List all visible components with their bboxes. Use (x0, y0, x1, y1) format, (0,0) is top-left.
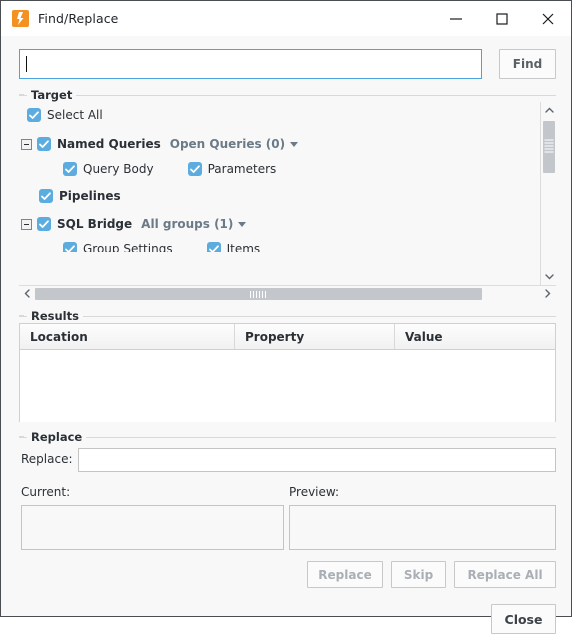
target-group-title: Target (27, 88, 77, 102)
tree-row-sql-bridge[interactable]: SQL Bridge All groups (1) (21, 214, 247, 234)
search-input[interactable] (19, 49, 482, 79)
target-tree[interactable]: Select All Named Queries Open Queries (0… (19, 102, 540, 285)
target-tree-wrapper: Select All Named Queries Open Queries (0… (19, 102, 556, 301)
title-bar: Find/Replace (1, 1, 571, 36)
tree-label-sql-bridge: SQL Bridge (57, 217, 133, 231)
skip-button[interactable]: Skip (391, 561, 446, 588)
replace-button[interactable]: Replace (307, 561, 383, 588)
tree-row-query-body[interactable]: Query Body Parameters (63, 159, 276, 179)
results-table-header: Location Property Value (20, 324, 555, 350)
group-tick (19, 436, 24, 437)
window-title: Find/Replace (38, 11, 119, 26)
group-tick (19, 94, 24, 95)
preview-label: Preview: (289, 485, 340, 499)
minimize-icon[interactable] (433, 1, 479, 36)
maximize-icon[interactable] (479, 1, 525, 36)
scroll-grip-icon (544, 139, 554, 155)
results-group-title: Results (27, 309, 83, 323)
tree-vertical-scroll-thumb[interactable] (543, 121, 555, 173)
tree-clip-mask (19, 252, 540, 260)
scroll-grip-icon (249, 287, 268, 301)
results-table[interactable]: Location Property Value (19, 323, 556, 422)
checkbox-select-all[interactable] (27, 108, 41, 122)
tree-label-named-queries: Named Queries (57, 137, 161, 151)
text-caret (26, 56, 27, 72)
preview-value-box (289, 505, 556, 550)
column-header-location[interactable]: Location (20, 324, 235, 349)
tree-label-pipelines: Pipelines (59, 189, 121, 203)
target-group: Target Select All Named Queries Open Que… (19, 88, 556, 301)
find-button[interactable]: Find (499, 49, 556, 79)
checkbox-query-body[interactable] (63, 162, 77, 176)
replace-group-title: Replace (27, 430, 87, 444)
column-header-property[interactable]: Property (235, 324, 395, 349)
tree-label-query-body: Query Body (83, 162, 154, 176)
find-replace-dialog: Find/Replace Find Target Select All Name… (0, 0, 572, 634)
tree-vertical-scrollbar[interactable] (540, 102, 556, 285)
ignition-logo-icon (12, 10, 29, 27)
checkbox-sql-bridge[interactable] (37, 217, 51, 231)
replace-input[interactable] (78, 448, 556, 472)
scroll-up-icon[interactable] (541, 102, 557, 118)
dialog-body: Find Target Select All Named Queries Ope… (1, 36, 571, 634)
dropdown-open-queries-label: Open Queries (0) (169, 137, 286, 151)
replace-group: Replace Replace: Current: Preview: Repla… (19, 430, 556, 595)
collapse-toggle-icon[interactable] (21, 218, 32, 230)
close-button[interactable]: Close (491, 604, 556, 634)
checkbox-named-queries[interactable] (37, 137, 51, 151)
find-row: Find (19, 49, 556, 79)
current-value-box (21, 505, 284, 550)
current-label: Current: (21, 485, 71, 499)
tree-horizontal-scrollbar[interactable] (19, 285, 556, 301)
tree-label-parameters: Parameters (207, 162, 277, 176)
tree-row-named-queries[interactable]: Named Queries Open Queries (0) (21, 134, 299, 154)
window-controls (433, 1, 571, 36)
results-group: Results Location Property Value (19, 309, 556, 422)
checkbox-pipelines[interactable] (39, 189, 53, 203)
dropdown-all-groups-label: All groups (1) (141, 217, 234, 231)
dropdown-all-groups[interactable]: All groups (1) (141, 217, 247, 231)
column-header-value[interactable]: Value (395, 324, 555, 349)
chevron-down-icon (238, 221, 247, 227)
collapse-toggle-icon[interactable] (21, 138, 32, 150)
group-tick (19, 315, 24, 316)
chevron-down-icon (290, 141, 299, 147)
results-table-body (20, 350, 555, 422)
tree-label-select-all: Select All (47, 108, 103, 122)
replace-field-label: Replace: (21, 452, 73, 466)
tree-horizontal-scroll-thumb[interactable] (35, 288, 482, 300)
scroll-left-icon[interactable] (19, 286, 35, 301)
tree-row-pipelines[interactable]: Pipelines (39, 186, 121, 206)
tree-row-select-all[interactable]: Select All (27, 105, 103, 125)
close-icon[interactable] (525, 1, 571, 36)
scroll-right-icon[interactable] (540, 286, 556, 301)
scroll-down-icon[interactable] (541, 269, 557, 285)
checkbox-parameters[interactable] (187, 162, 202, 176)
replace-all-button[interactable]: Replace All (454, 561, 556, 588)
dropdown-open-queries[interactable]: Open Queries (0) (169, 137, 299, 151)
